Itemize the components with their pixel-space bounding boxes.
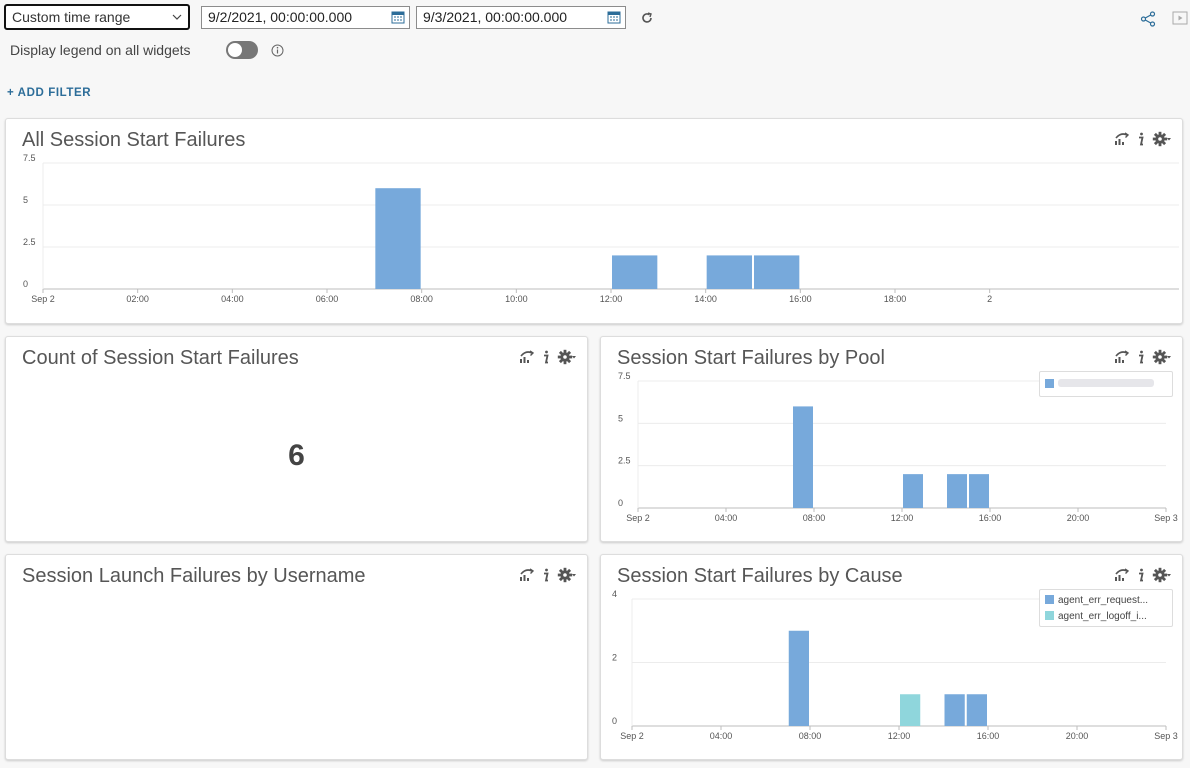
legend-swatch xyxy=(1045,379,1054,388)
x-tick-label: Sep 2 xyxy=(620,731,644,741)
toggle-knob xyxy=(228,43,242,57)
bar[interactable] xyxy=(706,255,752,289)
bar[interactable] xyxy=(900,694,921,726)
legend-label: agent_err_request... xyxy=(1058,595,1149,606)
y-tick-label: 5 xyxy=(23,195,28,205)
legend-swatch xyxy=(1045,611,1054,620)
x-tick-label: Sep 2 xyxy=(31,294,55,304)
widget-count-session-start-failures: Count of Session Start Failures 6 xyxy=(5,336,588,542)
widget-all-session-start-failures: All Session Start Failures 0 2.5 5 7.5 Sep 2… xyxy=(5,118,1183,324)
info-icon[interactable] xyxy=(542,350,550,364)
x-tick-label: 04:00 xyxy=(221,294,244,304)
bar-chart: 0 2.5 5 7.5 Sep 2 02:00 04:00 06:00 08:00 10:00 12… xyxy=(23,153,1179,304)
x-tick-label: 12:00 xyxy=(891,513,914,523)
bar[interactable] xyxy=(793,406,813,508)
y-tick-label: 7.5 xyxy=(618,371,631,381)
x-tick-label: 08:00 xyxy=(799,731,822,741)
x-tick-label: 12:00 xyxy=(888,731,911,741)
bar[interactable] xyxy=(969,474,989,508)
display-legend-label: Display legend on all widgets xyxy=(10,42,191,58)
redacted-pool-name xyxy=(1058,379,1154,387)
bar-chart: 0 2 4 Sep 2 04:00 08:00 12:00 16:00 20:00 Sep 3 xyxy=(612,589,1178,741)
start-date-value: 9/2/2021, 00:00:00.000 xyxy=(208,9,353,25)
end-date-input[interactable]: 9/3/2021, 00:00:00.000 xyxy=(416,6,626,29)
refresh-icon[interactable] xyxy=(640,11,654,25)
x-tick-label: 02:00 xyxy=(126,294,149,304)
x-tick-label: Sep 3 xyxy=(1154,731,1178,741)
bar[interactable] xyxy=(754,255,800,289)
y-tick-label: 2 xyxy=(612,653,617,663)
analyze-icon[interactable] xyxy=(519,350,535,364)
x-tick-label: 14:00 xyxy=(694,294,717,304)
widget-tools xyxy=(519,567,577,583)
analyze-icon[interactable] xyxy=(519,568,535,582)
legend-label: agent_err_logoff_i... xyxy=(1058,611,1147,622)
pool-legend xyxy=(1039,371,1173,397)
x-tick-label: Sep 2 xyxy=(626,513,650,523)
y-tick-label: 2.5 xyxy=(618,456,631,466)
count-value: 6 xyxy=(288,439,305,472)
widget-session-start-failures-by-pool: Session Start Failures by Pool 0 2.5 5 7.5 S… xyxy=(600,336,1183,542)
x-tick-label: 2 xyxy=(987,294,992,304)
x-tick-label: 06:00 xyxy=(316,294,339,304)
x-tick-label: 04:00 xyxy=(710,731,733,741)
settings-icon[interactable] xyxy=(557,567,577,583)
calendar-icon[interactable] xyxy=(607,10,621,24)
x-tick-label: 20:00 xyxy=(1067,513,1090,523)
x-tick-label: 04:00 xyxy=(715,513,738,523)
share-icon[interactable] xyxy=(1140,11,1156,27)
widget-session-launch-failures-by-username: Session Launch Failures by Username xyxy=(5,554,588,760)
bar[interactable] xyxy=(966,694,987,726)
cause-legend: agent_err_request... agent_err_logoff_i.… xyxy=(1039,589,1173,627)
y-tick-label: 0 xyxy=(618,498,623,508)
time-range-select[interactable]: Custom time range xyxy=(4,4,190,30)
bar[interactable] xyxy=(375,188,421,289)
x-tick-label: 12:00 xyxy=(600,294,623,304)
bar[interactable] xyxy=(944,694,965,726)
y-tick-label: 7.5 xyxy=(23,153,36,163)
time-range-value: Custom time range xyxy=(12,9,131,25)
info-circle-icon[interactable] xyxy=(271,44,284,57)
x-tick-label: 16:00 xyxy=(789,294,812,304)
x-tick-label: 08:00 xyxy=(803,513,826,523)
widget-tools xyxy=(519,349,577,365)
x-tick-label: 18:00 xyxy=(884,294,907,304)
legend-toggle[interactable] xyxy=(226,41,258,59)
widget-title: Session Launch Failures by Username xyxy=(22,565,366,587)
legend-swatch xyxy=(1045,595,1054,604)
y-tick-label: 2.5 xyxy=(23,237,36,247)
bar[interactable] xyxy=(788,630,809,726)
y-tick-label: 0 xyxy=(612,716,617,726)
legend-item[interactable]: agent_err_request... xyxy=(1045,595,1148,606)
widget-title: Count of Session Start Failures xyxy=(22,347,299,369)
bar[interactable] xyxy=(612,255,658,289)
x-tick-label: Sep 3 xyxy=(1154,513,1178,523)
add-filter-button[interactable]: + ADD FILTER xyxy=(7,87,91,99)
bar-chart: 0 2.5 5 7.5 Sep 2 04:00 08:00 12:00 16:00 20:00 Se… xyxy=(618,371,1178,523)
bar[interactable] xyxy=(903,474,923,508)
y-tick-label: 0 xyxy=(23,279,28,289)
widget-session-start-failures-by-cause: Session Start Failures by Cause 0 2 4 Sep 2… xyxy=(600,554,1183,760)
info-icon[interactable] xyxy=(542,568,550,582)
y-tick-label: 5 xyxy=(618,413,623,423)
legend-item[interactable] xyxy=(1045,379,1154,390)
x-tick-label: 10:00 xyxy=(505,294,528,304)
y-tick-label: 4 xyxy=(612,589,617,599)
x-tick-label: 20:00 xyxy=(1066,731,1089,741)
end-date-value: 9/3/2021, 00:00:00.000 xyxy=(423,9,568,25)
calendar-icon[interactable] xyxy=(391,10,405,24)
start-date-input[interactable]: 9/2/2021, 00:00:00.000 xyxy=(201,6,410,29)
chevron-down-icon xyxy=(172,14,182,20)
presentation-icon[interactable] xyxy=(1172,11,1188,25)
bar[interactable] xyxy=(947,474,967,508)
x-tick-label: 16:00 xyxy=(977,731,1000,741)
legend-item[interactable]: agent_err_logoff_i... xyxy=(1045,611,1147,622)
x-tick-label: 08:00 xyxy=(410,294,433,304)
x-tick-label: 16:00 xyxy=(979,513,1002,523)
settings-icon[interactable] xyxy=(557,349,577,365)
